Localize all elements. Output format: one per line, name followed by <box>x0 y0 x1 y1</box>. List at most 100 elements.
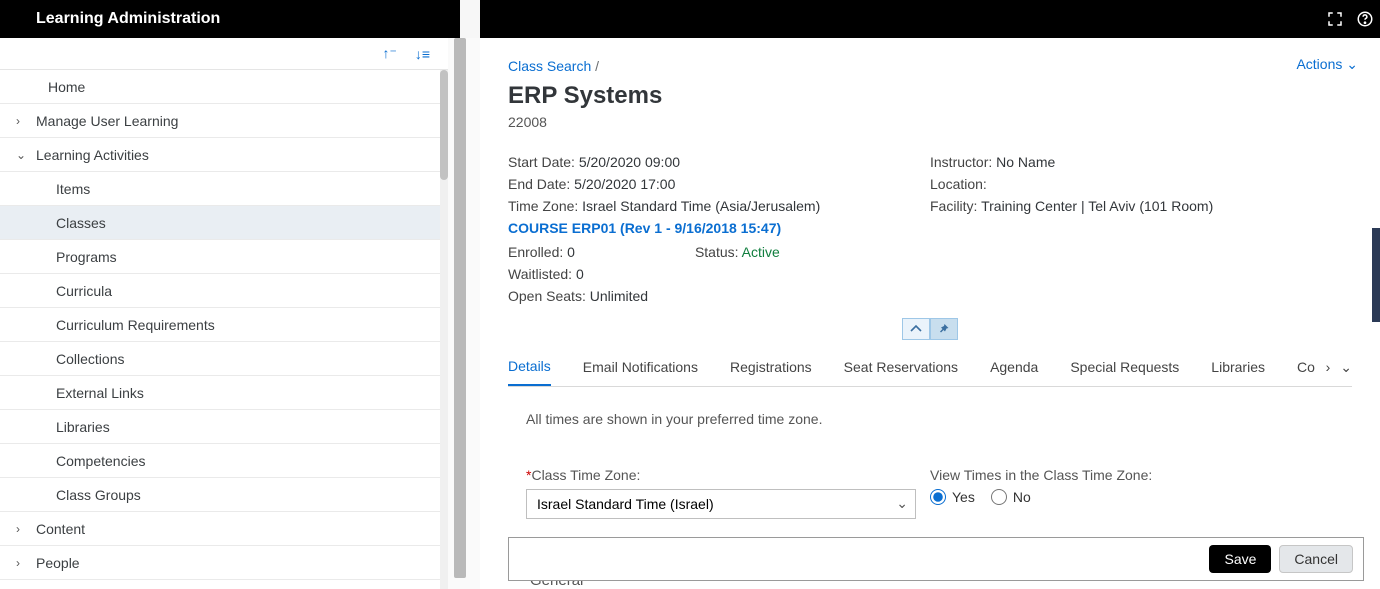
sidebar-item-label: Competencies <box>56 453 146 469</box>
header-collapse-bar <box>508 320 1352 344</box>
timezone-note: All times are shown in your preferred ti… <box>526 411 1334 427</box>
actions-menu[interactable]: Actions ⌄ <box>1296 56 1358 73</box>
view-times-label: View Times in the Class Time Zone: <box>930 467 1334 483</box>
facility-value: Training Center | Tel Aviv (101 Room) <box>981 198 1213 214</box>
breadcrumb-link-class-search[interactable]: Class Search <box>508 58 591 74</box>
sidebar-item-label: Items <box>56 181 90 197</box>
sidebar-item-label: Class Groups <box>56 487 141 503</box>
cancel-button[interactable]: Cancel <box>1279 545 1353 573</box>
chevron-down-icon: ⌄ <box>16 148 32 162</box>
tab-registrations[interactable]: Registrations <box>730 349 812 385</box>
radio-yes[interactable] <box>930 489 946 505</box>
sidebar-item-learning-activities[interactable]: ⌄ Learning Activities <box>0 138 448 172</box>
sidebar-item-home[interactable]: Home <box>0 70 448 104</box>
sidebar-item-label: Classes <box>56 215 106 231</box>
tab-seat-reservations[interactable]: Seat Reservations <box>844 349 958 385</box>
actions-label: Actions <box>1296 56 1342 72</box>
waitlisted-value: 0 <box>576 266 584 282</box>
collapse-all-icon[interactable]: ↑⁻ <box>382 45 396 62</box>
class-info: Start Date: 5/20/2020 09:00 End Date: 5/… <box>508 154 1352 310</box>
sidebar-item-curricula[interactable]: Curricula <box>0 274 448 308</box>
chevron-right-icon: › <box>16 114 32 128</box>
class-timezone-label: *Class Time Zone: <box>526 467 930 483</box>
status-value: Active <box>742 244 780 260</box>
view-times-yes-option[interactable]: Yes <box>930 489 975 505</box>
waitlisted-label: Waitlisted: <box>508 266 572 282</box>
page-id: 22008 <box>508 114 1352 130</box>
enrolled-value: 0 <box>567 244 575 260</box>
help-icon[interactable] <box>1356 10 1374 28</box>
sidebar-item-libraries[interactable]: Libraries <box>0 410 448 444</box>
breadcrumb-sep: / <box>591 58 599 74</box>
view-times-no-option[interactable]: No <box>991 489 1031 505</box>
sidebar-nav: Home › Manage User Learning ⌄ Learning Act… <box>0 70 448 580</box>
tab-libraries[interactable]: Libraries <box>1211 349 1265 385</box>
sidebar-scrollbar[interactable] <box>440 70 448 589</box>
sidebar-item-programs[interactable]: Programs <box>0 240 448 274</box>
sidebar-item-label: Curriculum Requirements <box>56 317 215 333</box>
class-timezone-select[interactable]: ⌄ <box>526 489 916 519</box>
open-seats-label: Open Seats: <box>508 288 586 304</box>
footer-bar: Save Cancel <box>508 537 1364 581</box>
splitter[interactable] <box>448 38 480 589</box>
page-title: ERP Systems <box>508 82 1352 110</box>
sidebar-item-external-links[interactable]: External Links <box>0 376 448 410</box>
sidebar-item-label: Programs <box>56 249 117 265</box>
tab-email-notifications[interactable]: Email Notifications <box>583 349 698 385</box>
sidebar-item-label: Curricula <box>56 283 112 299</box>
class-timezone-input[interactable] <box>526 489 916 519</box>
tab-more-truncated[interactable]: Co <box>1297 349 1315 385</box>
sidebar-item-label: Libraries <box>56 419 110 435</box>
tab-agenda[interactable]: Agenda <box>990 349 1038 385</box>
fullscreen-icon[interactable] <box>1326 10 1344 28</box>
main-panel: Class Search / Actions ⌄ ERP Systems 220… <box>480 38 1380 589</box>
pin-header-button[interactable] <box>930 318 958 340</box>
instructor-value: No Name <box>996 154 1055 170</box>
view-times-radio-group: Yes No <box>930 489 1334 505</box>
instructor-label: Instructor: <box>930 154 992 170</box>
sidebar-item-manage-user-learning[interactable]: › Manage User Learning <box>0 104 448 138</box>
splitter-handle[interactable] <box>454 38 466 578</box>
sidebar-item-content[interactable]: › Content <box>0 512 448 546</box>
app-header-right <box>480 0 1380 38</box>
sidebar-item-label: Content <box>36 521 85 537</box>
open-seats-value: Unlimited <box>590 288 648 304</box>
tab-special-requests[interactable]: Special Requests <box>1070 349 1179 385</box>
tabs-scroll-right-icon[interactable]: › <box>1326 359 1331 375</box>
sidebar-item-label: Learning Activities <box>36 147 149 163</box>
scrollbar-thumb[interactable] <box>440 70 448 180</box>
status-label: Status: <box>695 244 739 260</box>
timezone-label: Time Zone: <box>508 198 578 214</box>
sidebar-item-people[interactable]: ›People <box>0 546 448 580</box>
sidebar-item-items[interactable]: Items <box>0 172 448 206</box>
tabs-overflow-menu-icon[interactable]: ⌄ <box>1340 359 1352 376</box>
start-date-value: 5/20/2020 09:00 <box>579 154 680 170</box>
course-link[interactable]: COURSE ERP01 (Rev 1 - 9/16/2018 15:47) <box>508 220 930 236</box>
breadcrumb: Class Search / <box>508 58 1352 74</box>
facility-label: Facility: <box>930 198 977 214</box>
details-section: All times are shown in your preferred ti… <box>508 387 1352 519</box>
location-label: Location: <box>930 176 987 192</box>
sidebar-item-label: Collections <box>56 351 124 367</box>
timezone-value: Israel Standard Time (Asia/Jerusalem) <box>582 198 820 214</box>
collapse-header-button[interactable] <box>902 318 930 340</box>
tab-details[interactable]: Details <box>508 348 551 386</box>
sidebar-item-curriculum-requirements[interactable]: Curriculum Requirements <box>0 308 448 342</box>
chevron-down-icon: ⌄ <box>1346 56 1358 72</box>
end-date-value: 5/20/2020 17:00 <box>574 176 675 192</box>
enrolled-label: Enrolled: <box>508 244 563 260</box>
chevron-right-icon: › <box>16 522 32 536</box>
sidebar-item-class-groups[interactable]: Class Groups <box>0 478 448 512</box>
app-title: Learning Administration <box>36 10 220 28</box>
sidebar-item-classes[interactable]: Classes <box>0 206 448 240</box>
main-scrollbar[interactable] <box>1372 228 1380 322</box>
app-header-left: Learning Administration <box>0 0 460 38</box>
radio-no[interactable] <box>991 489 1007 505</box>
sort-icon[interactable]: ↓≡ <box>415 46 430 62</box>
sidebar: ↑⁻ ↓≡ Home › Manage User Learning ⌄ Learni… <box>0 38 448 589</box>
sidebar-item-label: External Links <box>56 385 144 401</box>
sidebar-item-competencies[interactable]: Competencies <box>0 444 448 478</box>
sidebar-item-collections[interactable]: Collections <box>0 342 448 376</box>
save-button[interactable]: Save <box>1209 545 1271 573</box>
sidebar-item-label: Manage User Learning <box>36 113 178 129</box>
